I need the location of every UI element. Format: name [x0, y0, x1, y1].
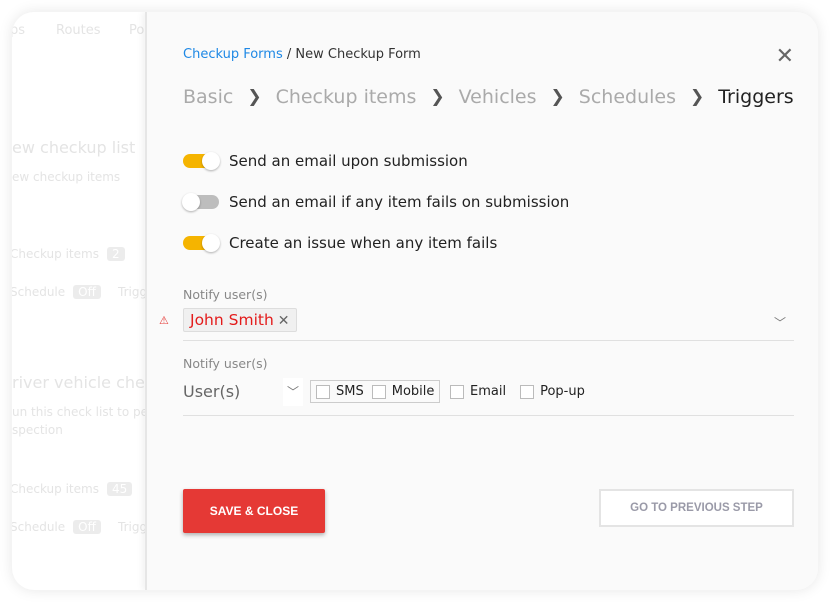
- checkbox-label: Mobile: [391, 384, 435, 399]
- step-triggers[interactable]: Triggers: [718, 86, 793, 108]
- toggle-switch-off[interactable]: [182, 193, 219, 211]
- bg-tab: Po: [129, 23, 145, 38]
- checkbox-sms[interactable]: SMS: [316, 384, 364, 399]
- toggle-create-issue[interactable]: Create an issue when any item fails: [183, 234, 497, 252]
- step-vehicles[interactable]: Vehicles: [459, 86, 537, 108]
- bg-items-count: 2: [106, 247, 125, 261]
- users-select-placeholder[interactable]: User(s): [183, 382, 240, 401]
- chevron-right-icon: ❯: [430, 87, 445, 107]
- checkbox-email[interactable]: Email: [450, 384, 506, 399]
- toggle-label: Create an issue when any item fails: [229, 234, 498, 252]
- user-chip-name: John Smith: [190, 311, 274, 329]
- bg-items-label: Checkup items: [12, 247, 99, 261]
- checkbox-label: Pop-up: [540, 384, 585, 399]
- step-schedules[interactable]: Schedules: [579, 86, 676, 108]
- bg-triggers-label: Trigg: [118, 520, 148, 534]
- warning-icon: ⚠: [159, 314, 169, 327]
- stepper: Basic ❯ Checkup items ❯ Vehicles ❯ Schedule…: [183, 86, 794, 108]
- breadcrumb-separator: /: [282, 47, 296, 62]
- bg-schedule-value: Off: [73, 285, 101, 299]
- bg-tab: ps: [12, 23, 26, 38]
- step-basic[interactable]: Basic: [183, 86, 233, 108]
- chevron-right-icon: ❯: [550, 87, 565, 107]
- bg-schedule-label: Schedule: [12, 285, 66, 299]
- previous-step-button[interactable]: GO TO PREVIOUS STEP: [599, 489, 794, 527]
- remove-chip-icon[interactable]: ✕: [278, 313, 290, 329]
- breadcrumb: Checkup Forms / New Checkup Form: [183, 47, 421, 62]
- channel-group: SMS Mobile: [310, 380, 441, 403]
- chevron-right-icon: ❯: [689, 87, 705, 107]
- app-window: ps Routes Po ew checkup list ew checkup …: [12, 12, 818, 590]
- notify-users-channels-row: User(s) ﹀ SMS Mobile Email Pop-up: [183, 378, 794, 416]
- toggle-label: Send an email if any item fails on submi…: [229, 193, 570, 211]
- chevron-down-icon[interactable]: ﹀: [774, 314, 786, 331]
- bg-list-subtitle: spection: [12, 423, 63, 437]
- chevron-down-icon[interactable]: ﹀: [283, 378, 303, 406]
- notify-users-label: Notify user(s): [183, 287, 268, 302]
- bg-items-label: Checkup items: [12, 482, 99, 496]
- notify-users-select[interactable]: John Smith ✕ ﹀: [183, 308, 794, 341]
- bg-list-subtitle: ew checkup items: [12, 170, 121, 184]
- close-icon[interactable]: ✕: [776, 46, 794, 68]
- bg-triggers-label: Trigg: [118, 285, 148, 299]
- checkbox-popup[interactable]: Pop-up: [520, 384, 585, 399]
- toggle-switch-on[interactable]: [183, 234, 220, 252]
- save-and-close-button[interactable]: SAVE & CLOSE: [183, 489, 325, 533]
- new-checkup-form-panel: Checkup Forms / New Checkup Form ✕ Basic…: [145, 12, 818, 590]
- notify-users-label-2: Notify user(s): [183, 356, 268, 371]
- bg-tab: Routes: [56, 23, 101, 38]
- toggle-email-on-submission[interactable]: Send an email upon submission: [183, 152, 468, 170]
- checkbox-mobile[interactable]: Mobile: [371, 384, 435, 399]
- breadcrumb-checkup-forms-link[interactable]: Checkup Forms: [183, 47, 283, 62]
- checkbox-label: SMS: [336, 384, 364, 399]
- bg-schedule-label: Schedule: [12, 520, 66, 534]
- toggle-label: Send an email upon submission: [229, 152, 468, 170]
- user-chip: John Smith ✕: [183, 308, 297, 332]
- bg-schedule-value: Off: [73, 520, 101, 534]
- breadcrumb-current: New Checkup Form: [295, 47, 421, 62]
- toggle-switch-on[interactable]: [183, 152, 220, 170]
- background-page: ps Routes Po ew checkup list ew checkup …: [12, 12, 152, 590]
- chevron-right-icon: ❯: [247, 87, 262, 107]
- bg-items-count: 45: [106, 482, 133, 496]
- step-checkup-items[interactable]: Checkup items: [276, 86, 417, 108]
- bg-list-title: ew checkup list: [12, 138, 136, 157]
- bg-list-title: river vehicle check: [12, 373, 152, 392]
- toggle-email-on-fail[interactable]: Send an email if any item fails on submi…: [182, 193, 570, 211]
- checkbox-label: Email: [470, 384, 507, 399]
- bg-list-subtitle: un this check list to perf: [12, 405, 152, 419]
